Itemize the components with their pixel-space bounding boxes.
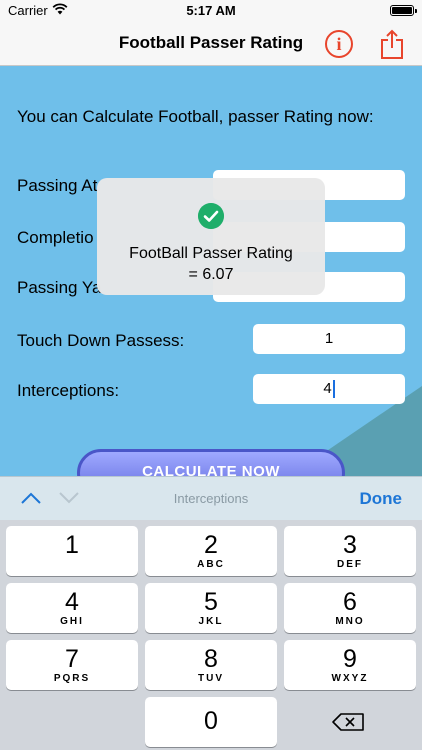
text-caret: [332, 380, 335, 399]
number-keypad: 1 2 ABC 3 DEF 4 GHI 5 JKL 6 MNO 7 PQRS 8 TUV 9W…: [0, 520, 422, 750]
key-4[interactable]: 4 GHI: [6, 583, 138, 633]
interceptions-label: Interceptions:: [17, 381, 120, 400]
key-8[interactable]: 8 TUV: [145, 640, 277, 690]
status-bar: Carrier 5:17 AM: [0, 0, 422, 22]
calculate-button[interactable]: CALCULATE NOW: [77, 449, 345, 476]
key-0[interactable]: 0: [145, 697, 277, 747]
key-6[interactable]: 6 MNO: [284, 583, 416, 633]
result-toast: FootBall Passer Rating = 6.07: [97, 178, 325, 295]
status-time: 5:17 AM: [186, 3, 236, 18]
passing-yards-label: Passing Ya: [17, 278, 102, 297]
key-9[interactable]: 9 WXYZ: [284, 640, 416, 690]
battery-icon: [390, 5, 417, 16]
key-2[interactable]: 2 ABC: [145, 526, 277, 576]
touchdowns-value: 1: [324, 330, 334, 347]
interceptions-input[interactable]: 4: [253, 374, 405, 404]
interceptions-value: 4: [323, 380, 332, 397]
key-3[interactable]: 3 DEF: [284, 526, 416, 576]
key-5[interactable]: 5 JKL: [145, 583, 277, 633]
headline: You can Calculate Football, passer Ratin…: [17, 107, 374, 126]
check-icon: [198, 203, 224, 229]
delete-key-icon[interactable]: [284, 697, 416, 747]
done-button[interactable]: Done: [360, 489, 403, 509]
touchdowns-input[interactable]: 1: [253, 324, 405, 354]
result-message: FootBall Passer Rating = 6.07: [97, 243, 325, 285]
key-1[interactable]: 1: [6, 526, 138, 576]
keyboard-toolbar: Interceptions Done: [0, 476, 422, 520]
result-value: = 6.07: [188, 266, 234, 283]
share-icon[interactable]: [378, 28, 406, 60]
passing-attempts-label: Passing At: [17, 176, 98, 195]
key-7[interactable]: 7 PQRS: [6, 640, 138, 690]
result-title: FootBall Passer Rating: [129, 245, 293, 262]
info-icon[interactable]: i: [325, 30, 353, 58]
completions-label: Completio: [17, 228, 94, 247]
nav-bar: Football Passer Rating i: [0, 22, 422, 66]
nav-title: Football Passer Rating: [118, 33, 304, 52]
touchdowns-label: Touch Down Passess:: [17, 331, 185, 350]
